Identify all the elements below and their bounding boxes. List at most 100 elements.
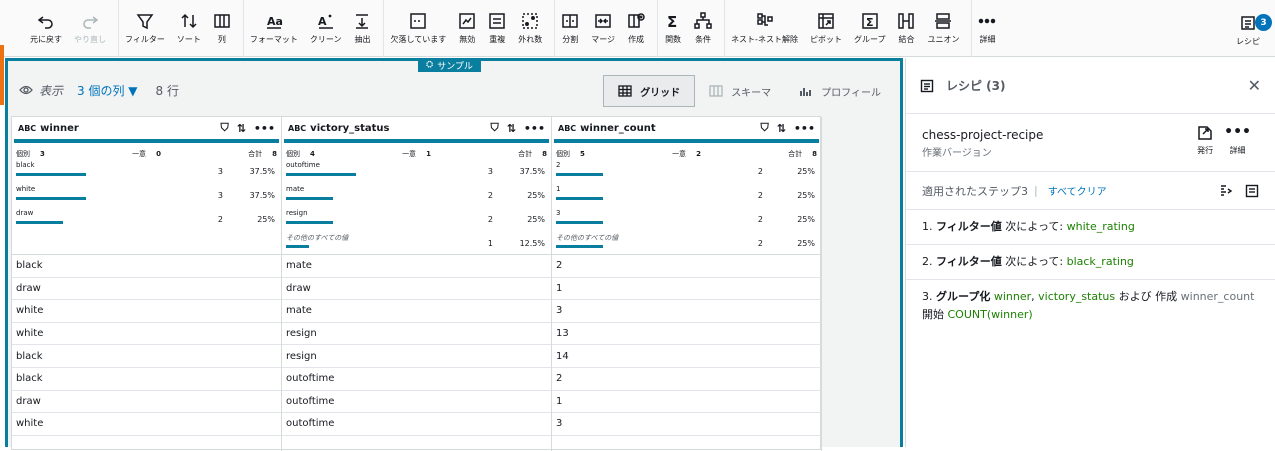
step-text: および (1118, 290, 1152, 303)
toolbar-button-label: 抽出 (354, 35, 371, 44)
table-cell[interactable]: outoftime (282, 368, 551, 391)
string-type-icon: ABC (558, 123, 577, 133)
value-distribution-row[interactable]: resign 2 25% (286, 209, 547, 233)
undo-button[interactable]: 元に戻す (24, 10, 68, 57)
value-distribution-row[interactable]: outoftime 3 37.5% (286, 161, 547, 185)
recipe-step-1[interactable]: 1. フィルター値 次によって: white_rating (906, 210, 1275, 245)
table-cell[interactable]: outoftime (282, 413, 551, 436)
table-cell[interactable]: white (12, 300, 281, 323)
download-steps-icon[interactable] (1245, 184, 1259, 198)
table-cell[interactable]: mate (282, 255, 551, 278)
table-cell[interactable]: draw (282, 278, 551, 301)
value-distribution-row[interactable]: white 3 37.5% (16, 185, 277, 209)
function-button[interactable]: Σ 関数 (658, 10, 688, 57)
recipe-toggle-button[interactable]: 3 レシピ (1233, 12, 1272, 47)
duplicate-button[interactable]: 重複 (482, 10, 512, 57)
outlier-button[interactable]: 外れ数 (512, 10, 548, 57)
filter-icon[interactable]: ⛉ (220, 121, 228, 135)
column-button[interactable]: 列 (207, 10, 237, 57)
value-distribution-row[interactable]: draw 2 25% (16, 209, 277, 233)
extract-icon (356, 14, 369, 29)
table-cell[interactable]: 2 (552, 368, 821, 391)
sort-icon[interactable]: ⇅ (507, 122, 516, 135)
data-grid: ABC winner ⛉ ⇅ ••• 個別 3 一意 0 合計 8 black 3 37.5% white 3… (11, 116, 822, 451)
tab-profile[interactable]: プロフィール (785, 75, 895, 107)
format-button[interactable]: Aa フォーマット (244, 10, 304, 57)
column-header[interactable]: ABC winner ⛉ ⇅ ••• (12, 117, 281, 139)
more-icon[interactable]: ••• (794, 122, 815, 135)
value-label: outoftime (286, 161, 320, 169)
table-cell[interactable]: resign (282, 323, 551, 346)
value-distribution-row[interactable]: 2 2 25% (556, 161, 817, 185)
filter-icon[interactable]: ⛉ (490, 121, 498, 135)
table-cell[interactable]: 3 (552, 300, 821, 323)
columns-dropdown[interactable]: 3 個の列 ▼ (77, 82, 138, 99)
clear-all-link[interactable]: すべてクリア (1048, 183, 1107, 198)
union-button[interactable]: ユニオン (921, 10, 965, 57)
table-cell[interactable]: white (12, 413, 281, 436)
invalid-button[interactable]: 無効 (452, 10, 482, 57)
value-distribution-row[interactable]: black 3 37.5% (16, 161, 277, 185)
nest-button[interactable]: ネスト-ネスト解除 (725, 10, 804, 57)
recipe-step-2[interactable]: 2. フィルター値 次によって: black_rating (906, 245, 1275, 280)
value-count: 2 (757, 191, 763, 200)
tab-schema[interactable]: スキーマ (695, 75, 785, 107)
join-button[interactable]: 結合 (891, 10, 921, 57)
table-cell[interactable]: 13 (552, 323, 821, 346)
create-button[interactable]: 作成 (621, 10, 651, 57)
value-distribution-row[interactable]: その他のすべての値 2 25% (556, 233, 817, 257)
table-cell[interactable]: 14 (552, 345, 821, 368)
table-cell[interactable]: draw (12, 391, 281, 414)
clean-button[interactable]: A クリーン (304, 10, 348, 57)
column-header[interactable]: ABC winner_count ⛉ ⇅ ••• (552, 117, 821, 139)
extract-button[interactable]: 抽出 (347, 10, 377, 57)
table-cell[interactable]: white (12, 323, 281, 346)
pivot-button[interactable]: ピボット (804, 10, 848, 57)
value-distribution-row[interactable]: その他のすべての値 1 12.5% (286, 233, 547, 257)
value-distribution-row[interactable]: 3 2 25% (556, 209, 817, 233)
table-cell[interactable]: 1 (552, 278, 821, 301)
close-icon[interactable]: ✕ (1248, 76, 1261, 95)
missing-button[interactable]: 欠落しています (384, 10, 452, 57)
condition-button[interactable]: 条件 (688, 10, 718, 57)
table-cell[interactable]: 2 (552, 255, 821, 278)
redo-button[interactable]: やり直し (68, 10, 112, 57)
value-distribution-row[interactable]: 1 2 25% (556, 185, 817, 209)
table-cell[interactable]: resign (282, 345, 551, 368)
table-cell[interactable]: mate (282, 300, 551, 323)
toolbar-button-label: 列 (217, 35, 226, 44)
recipe-step-3[interactable]: 3. グループ化 winner, victory_status および 作成 w… (906, 280, 1275, 332)
sample-tag[interactable]: ⛭ サンプル (418, 58, 481, 72)
table-cell[interactable]: 3 (552, 413, 821, 436)
more-icon[interactable]: ••• (524, 122, 545, 135)
table-cell[interactable]: 1 (552, 391, 821, 414)
filter-button[interactable]: フィルター (119, 10, 171, 57)
sort-icon[interactable]: ⇅ (777, 122, 786, 135)
tab-grid[interactable]: グリッド (603, 75, 696, 107)
toolbar-group: 元に戻す やり直し (0, 0, 119, 57)
filter-icon[interactable]: ⛉ (760, 121, 768, 135)
pivot-icon (818, 13, 834, 29)
split-button[interactable]: 分割 (555, 10, 585, 57)
recipe-panel: レシピ (3) ✕ chess-project-recipe 作業バージョン 発… (905, 58, 1275, 447)
svg-text:Aa: Aa (267, 15, 283, 28)
table-cell[interactable]: outoftime (282, 391, 551, 414)
column-header[interactable]: ABC victory_status ⛉ ⇅ ••• (282, 117, 551, 139)
divider: | (1034, 184, 1038, 197)
more-icon[interactable]: ••• (254, 122, 275, 135)
table-cell[interactable]: black (12, 255, 281, 278)
publish-button[interactable]: 発行 (1196, 124, 1214, 156)
value-distribution-row[interactable]: mate 2 25% (286, 185, 547, 209)
table-cell[interactable]: draw (12, 278, 281, 301)
sort-icon[interactable]: ⇅ (237, 122, 246, 135)
column-stats: 個別 5 一意 2 合計 8 2 2 25% 1 2 25% 3 2 25% その他のすべての値 2 25% (552, 143, 821, 255)
table-cell[interactable]: black (12, 368, 281, 391)
merge-button[interactable]: マージ (585, 10, 621, 57)
group-button[interactable]: Σ グループ (848, 10, 892, 57)
import-steps-icon[interactable] (1219, 184, 1233, 198)
table-cell[interactable]: black (12, 345, 281, 368)
recipe-more-button[interactable]: ••• 詳細 (1224, 124, 1251, 156)
more-button[interactable]: 詳細 (972, 10, 1002, 57)
value-count: 3 (217, 167, 223, 176)
sort-button[interactable]: ソート (171, 10, 207, 57)
